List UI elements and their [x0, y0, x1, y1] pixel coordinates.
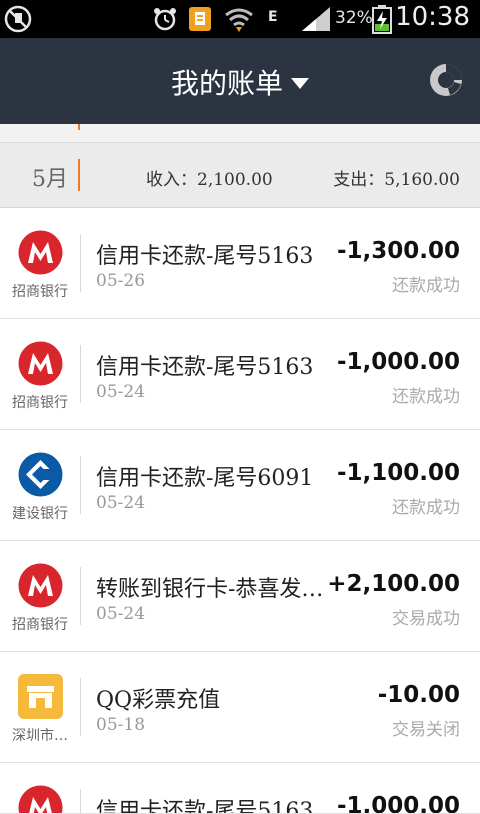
income-total: 收入：2,100.00	[146, 165, 273, 190]
transaction-status: 还款成功	[392, 382, 460, 407]
cmb-logo-icon	[18, 341, 63, 386]
transaction-title: 信用卡还款-尾号5163	[96, 238, 313, 270]
transaction-status: 交易关闭	[392, 715, 460, 740]
wifi-icon	[224, 4, 254, 34]
status-bar: E 32% 10:38	[0, 0, 480, 38]
section-divider-accent	[78, 124, 80, 130]
pie-chart-icon	[428, 62, 464, 98]
transaction-title: 转账到银行卡-恭喜发…	[96, 571, 323, 603]
transaction-status: 还款成功	[392, 493, 460, 518]
signal-icon	[300, 4, 332, 34]
transaction-row[interactable]: 招商银行 转账到银行卡-恭喜发… 05-24 +2,100.00 交易成功	[0, 541, 480, 652]
cmb-logo-icon	[18, 563, 63, 608]
bank-name: 招商银行	[0, 614, 80, 634]
transaction-amount: -1,300.00	[337, 238, 460, 264]
transaction-title: QQ彩票充值	[96, 682, 220, 714]
transaction-date: 05-24	[96, 493, 145, 513]
transaction-row[interactable]: 信用卡还款-尾号5163 -1,000.00	[0, 763, 480, 814]
transaction-amount: -10.00	[378, 682, 460, 708]
shop-logo-icon	[18, 674, 63, 719]
month-divider-accent	[78, 159, 80, 191]
month-label: 5月	[32, 161, 68, 193]
transaction-title: 信用卡还款-尾号6091	[96, 460, 313, 492]
transaction-row[interactable]: 招商银行 信用卡还款-尾号5163 05-24 -1,000.00 还款成功	[0, 319, 480, 430]
transaction-row[interactable]: 建设银行 信用卡还款-尾号6091 05-24 -1,100.00 还款成功	[0, 430, 480, 541]
row-divider	[80, 789, 81, 814]
row-divider	[80, 345, 81, 403]
row-divider	[80, 678, 81, 736]
expense-total: 支出：5,160.00	[333, 165, 460, 190]
transaction-status: 还款成功	[392, 271, 460, 296]
transaction-list: 招商银行 信用卡还款-尾号5163 05-26 -1,300.00 还款成功 招…	[0, 208, 480, 814]
bill-title-dropdown[interactable]: 我的账单	[0, 62, 480, 102]
transaction-date: 05-24	[96, 604, 145, 624]
row-divider	[80, 456, 81, 514]
month-summary-header: 5月 收入：2,100.00 支出：5,160.00	[0, 143, 480, 208]
notification-app-icon	[188, 4, 212, 34]
title-bar: 我的账单	[0, 38, 480, 124]
page-title: 我的账单	[171, 67, 283, 100]
no-sim-icon	[4, 4, 32, 34]
row-divider	[80, 234, 81, 292]
cmb-logo-icon	[18, 230, 63, 275]
alarm-icon	[152, 4, 178, 34]
ccb-logo-icon	[18, 452, 63, 497]
merchant-name: 深圳市…	[0, 725, 80, 745]
transaction-row[interactable]: 深圳市… QQ彩票充值 05-18 -10.00 交易关闭	[0, 652, 480, 763]
bank-name: 招商银行	[0, 392, 80, 412]
transaction-title: 信用卡还款-尾号5163	[96, 349, 313, 381]
transaction-amount: +2,100.00	[327, 571, 460, 597]
transaction-date: 05-26	[96, 271, 145, 291]
transaction-date: 05-18	[96, 715, 145, 735]
clock: 10:38	[395, 2, 470, 32]
transaction-row[interactable]: 招商银行 信用卡还款-尾号5163 05-26 -1,300.00 还款成功	[0, 208, 480, 319]
dropdown-arrow-icon	[291, 78, 309, 89]
transaction-status: 交易成功	[392, 604, 460, 629]
network-type-icon: E	[268, 2, 278, 32]
transaction-title: 信用卡还款-尾号5163	[96, 793, 313, 814]
bank-name: 招商银行	[0, 281, 80, 301]
row-divider	[80, 567, 81, 625]
battery-icon	[372, 4, 392, 34]
battery-percent: 32%	[335, 8, 373, 28]
previous-section-edge	[0, 124, 480, 143]
transaction-amount: -1,000.00	[337, 349, 460, 375]
transaction-amount: -1,000.00	[337, 793, 460, 814]
bank-name: 建设银行	[0, 503, 80, 523]
statistics-button[interactable]	[428, 62, 464, 98]
transaction-amount: -1,100.00	[337, 460, 460, 486]
transaction-date: 05-24	[96, 382, 145, 402]
